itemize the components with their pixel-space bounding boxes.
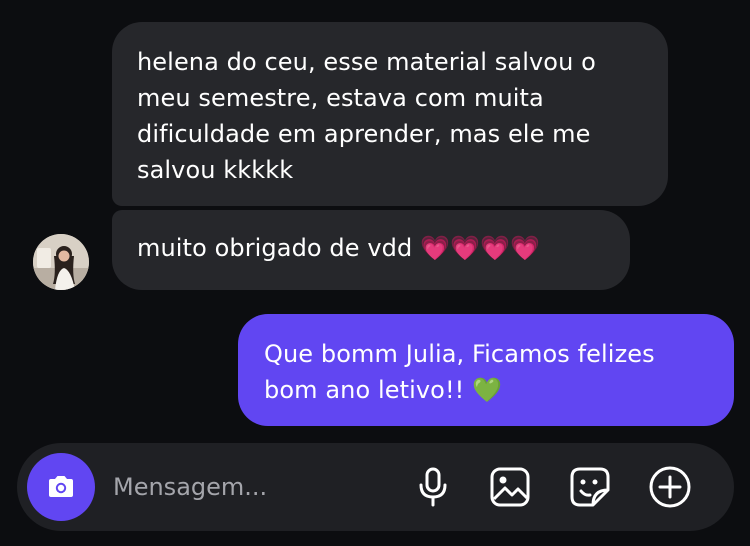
camera-icon: [49, 476, 73, 497]
outgoing-message[interactable]: Que bomm Julia, Ficamos felizes bom ano …: [238, 314, 734, 426]
microphone-button[interactable]: [409, 463, 457, 511]
plus-circle-icon: [649, 466, 691, 508]
message-input[interactable]: [113, 469, 393, 505]
sticker-icon: [570, 467, 610, 507]
avatar-photo: [33, 234, 89, 290]
add-button[interactable]: [646, 463, 694, 511]
camera-button[interactable]: [27, 453, 95, 521]
image-icon: [490, 467, 530, 507]
message-composer: [17, 443, 734, 531]
chat-screen: helena do ceu, esse material salvou o me…: [0, 0, 750, 546]
contact-avatar[interactable]: [33, 234, 89, 290]
microphone-icon: [419, 467, 447, 507]
incoming-message[interactable]: muito obrigado de vdd 💗💗💗💗: [112, 210, 630, 290]
incoming-message[interactable]: helena do ceu, esse material salvou o me…: [112, 22, 668, 206]
sticker-button[interactable]: [566, 463, 614, 511]
gallery-button[interactable]: [486, 463, 534, 511]
